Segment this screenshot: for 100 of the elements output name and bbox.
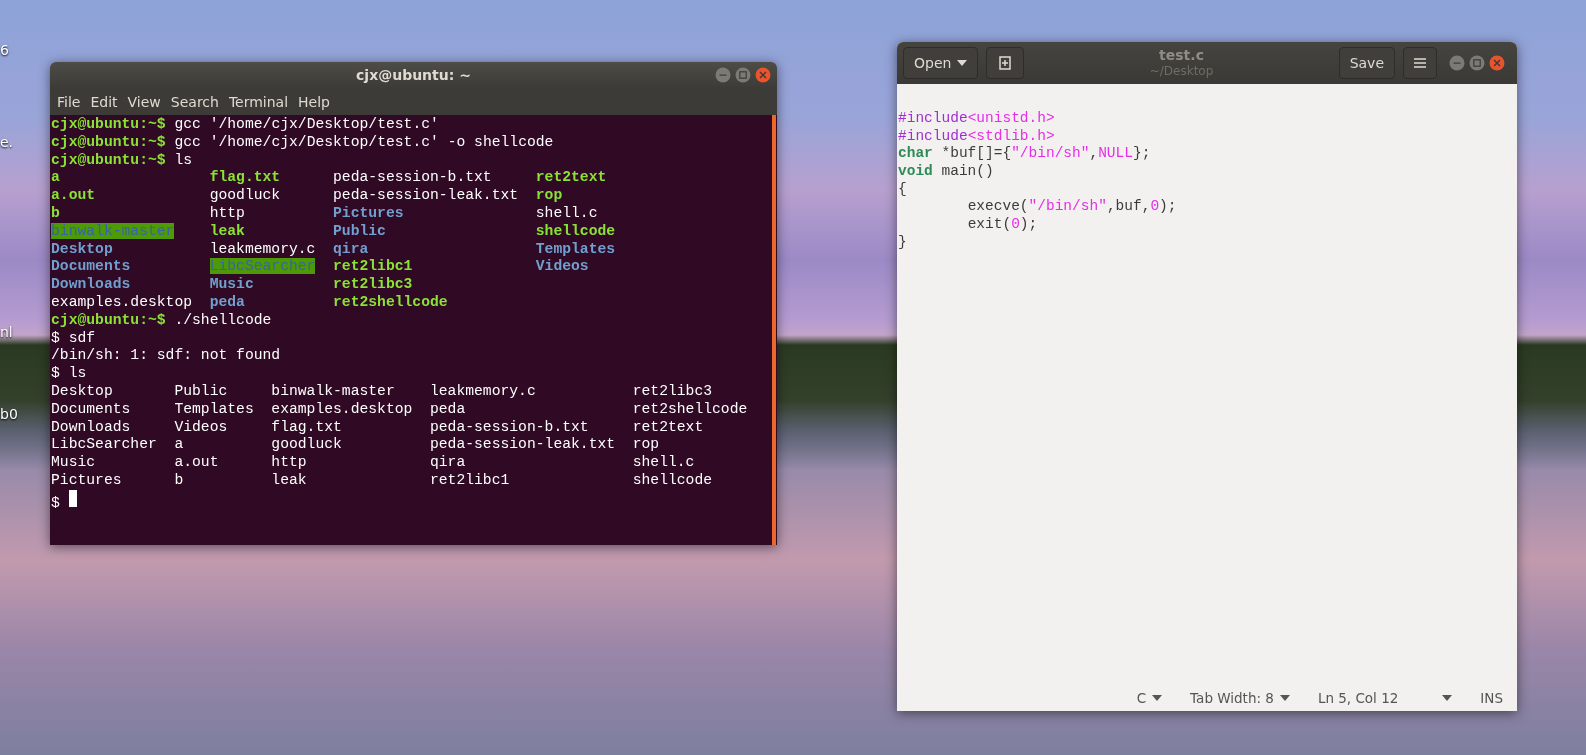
file-name: Downloads bbox=[51, 418, 131, 435]
tab-width-selector[interactable]: Tab Width: 8 bbox=[1190, 690, 1274, 706]
menu-item[interactable]: View bbox=[122, 93, 166, 110]
file-name: rop bbox=[535, 187, 563, 204]
file-name: shell.c bbox=[535, 205, 598, 221]
file-name: peda bbox=[209, 293, 245, 310]
file-name: Pictures bbox=[51, 471, 122, 488]
window-title: test.c bbox=[1159, 47, 1204, 63]
file-name: a bbox=[51, 169, 60, 186]
file-name: leak bbox=[271, 471, 307, 488]
file-name: ret2shellcode bbox=[333, 293, 448, 310]
file-name: Pictures bbox=[333, 205, 404, 221]
file-name: ret2libc1 bbox=[430, 471, 510, 488]
file-name: a bbox=[174, 436, 184, 453]
caret-icon bbox=[1152, 695, 1163, 701]
file-name: examples.desktop bbox=[271, 400, 413, 417]
file-name: Desktop bbox=[51, 382, 113, 399]
code-line: } bbox=[898, 233, 907, 252]
file-name: ret2libc1 bbox=[333, 258, 413, 275]
output-text: $ sdf bbox=[51, 329, 96, 346]
code-line: execve("/bin/sh",buf,0); bbox=[966, 198, 1177, 217]
file-name: qira bbox=[430, 454, 466, 471]
menu-item[interactable]: Search bbox=[165, 93, 224, 110]
file-name: http bbox=[209, 205, 245, 221]
file-name: Downloads bbox=[51, 276, 131, 293]
menu-item[interactable]: File bbox=[52, 93, 86, 110]
caret-icon bbox=[1442, 695, 1453, 701]
open-button[interactable]: Open bbox=[903, 47, 979, 79]
file-name: Music bbox=[51, 454, 96, 471]
file-name: goodluck bbox=[271, 436, 342, 453]
file-name: Public bbox=[174, 382, 228, 399]
file-name: shell.c bbox=[632, 454, 695, 471]
caret-icon bbox=[1279, 695, 1290, 701]
file-name: ret2libc3 bbox=[632, 382, 713, 399]
menu-item[interactable]: Edit bbox=[85, 93, 123, 110]
file-name: peda-session-leak.txt bbox=[430, 436, 616, 453]
minimize-button[interactable] bbox=[715, 67, 731, 83]
menu-item[interactable]: Help bbox=[293, 93, 335, 110]
caret-icon bbox=[957, 60, 968, 66]
minimize-button[interactable] bbox=[1449, 55, 1465, 71]
code-line: #include<unistd.h> bbox=[898, 110, 1055, 128]
code-line: exit(0); bbox=[966, 216, 1038, 234]
file-name: LibcSearcher bbox=[51, 436, 157, 453]
file-name: qira bbox=[333, 240, 369, 257]
menu-icon bbox=[1414, 57, 1426, 69]
shell-prompt: cjx@ubuntu:~$ bbox=[51, 151, 166, 168]
maximize-button[interactable] bbox=[1469, 55, 1485, 71]
text-cursor bbox=[68, 489, 77, 507]
file-name: a.out bbox=[174, 454, 219, 471]
file-name: ret2libc3 bbox=[333, 276, 413, 293]
file-name: shellcode bbox=[535, 222, 616, 239]
file-name: Templates bbox=[174, 400, 254, 417]
shell-prompt: cjx@ubuntu:~$ bbox=[51, 311, 166, 328]
output-text: /bin/sh: 1: sdf: not found bbox=[51, 347, 281, 364]
file-name: b bbox=[174, 471, 184, 488]
file-name: examples.desktop bbox=[51, 293, 193, 310]
code-line: { bbox=[898, 180, 907, 199]
file-name: http bbox=[271, 454, 307, 471]
insert-mode: INS bbox=[1480, 690, 1503, 706]
language-selector[interactable]: C bbox=[1136, 690, 1147, 706]
new-document-button[interactable] bbox=[986, 47, 1025, 79]
command-text: ./shellcode bbox=[174, 311, 272, 328]
file-name: Documents bbox=[51, 258, 131, 275]
close-button[interactable] bbox=[1489, 55, 1505, 71]
command-text: gcc '/home/cjx/Desktop/test.c' bbox=[174, 116, 439, 132]
file-name: goodluck bbox=[209, 187, 281, 204]
file-name: leakmemory.c bbox=[209, 240, 316, 257]
file-name: Documents bbox=[51, 400, 131, 417]
file-name: Public bbox=[333, 222, 386, 239]
desktop-icon-label[interactable]: b0 bbox=[0, 406, 18, 422]
cursor-position: Ln 5, Col 12 bbox=[1317, 690, 1399, 706]
menu-item[interactable]: Terminal bbox=[223, 93, 294, 110]
file-name: leakmemory.c bbox=[430, 382, 536, 399]
save-button[interactable]: Save bbox=[1338, 47, 1395, 79]
command-text: ls bbox=[174, 151, 193, 168]
shell-prompt: $ bbox=[51, 494, 60, 511]
new-tab-icon bbox=[997, 55, 1014, 71]
file-name: peda-session-b.txt bbox=[333, 169, 492, 186]
file-name: ret2text bbox=[632, 418, 704, 435]
scrollbar[interactable] bbox=[772, 115, 776, 545]
file-name: Videos bbox=[174, 418, 228, 435]
menu-button[interactable] bbox=[1403, 47, 1437, 79]
file-name: b bbox=[51, 205, 60, 221]
shell-prompt: cjx@ubuntu:~$ bbox=[51, 116, 166, 132]
file-name: Videos bbox=[535, 258, 589, 275]
maximize-button[interactable] bbox=[735, 67, 751, 83]
file-name: LibcSearcher bbox=[209, 258, 316, 275]
close-button[interactable] bbox=[755, 67, 771, 83]
file-name: peda bbox=[430, 400, 466, 417]
window-title: cjx@ubuntu: ~ bbox=[356, 67, 471, 83]
file-name: shellcode bbox=[632, 471, 713, 488]
code-line: void main() bbox=[898, 163, 994, 181]
file-name: peda-session-b.txt bbox=[430, 418, 589, 435]
file-name: flag.txt bbox=[209, 169, 281, 186]
file-name: rop bbox=[632, 436, 660, 453]
file-name: binwalk-master bbox=[51, 222, 175, 239]
file-name: leak bbox=[209, 222, 245, 239]
shell-prompt: cjx@ubuntu:~$ bbox=[51, 133, 166, 150]
file-name: ret2text bbox=[535, 169, 607, 186]
file-name: peda-session-leak.txt bbox=[333, 187, 519, 204]
